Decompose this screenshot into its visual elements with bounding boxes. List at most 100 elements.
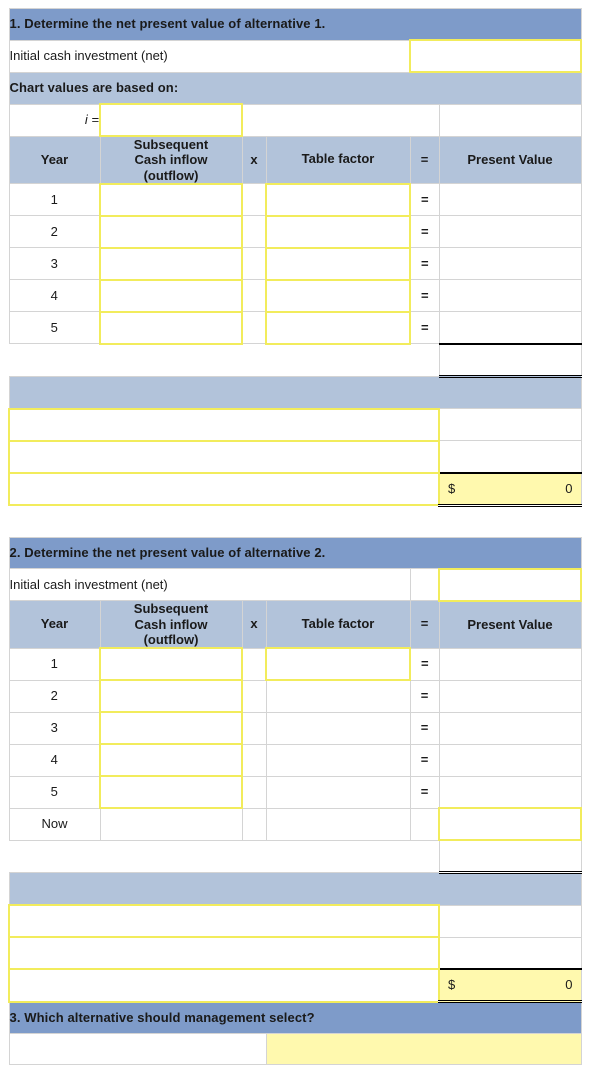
section-2-divider-band	[8, 872, 582, 906]
equals-sign: =	[409, 247, 440, 281]
cash-inflow-input[interactable]	[99, 246, 243, 281]
column-header-year: Year	[8, 135, 101, 185]
year-label: 1	[8, 183, 101, 217]
table-factor-cell	[265, 711, 411, 745]
section-1-summary-value	[438, 440, 582, 474]
section-1-summary-label-input[interactable]	[8, 439, 440, 474]
times-cell	[241, 679, 267, 713]
present-value-cell	[438, 711, 582, 745]
subtotal-blank	[266, 839, 410, 874]
year-label: 3	[8, 711, 101, 745]
table-row: 2 =	[8, 679, 582, 714]
times-cell	[241, 215, 267, 249]
present-value-cell	[438, 183, 582, 217]
section-1-net-value-cell: $ 0	[438, 471, 582, 507]
subtotal-blank	[266, 343, 410, 377]
year-label: 5	[8, 775, 101, 809]
table-factor-input[interactable]	[265, 182, 411, 217]
section-1-summary-row	[8, 439, 582, 474]
cash-header-line-2: Cash inflow	[134, 616, 208, 632]
section-2-net-row: $ 0	[8, 968, 582, 1004]
times-cell	[241, 807, 267, 841]
year-label: Now	[8, 807, 101, 841]
section-2-subtotal-row	[9, 839, 582, 875]
section-gap-1	[8, 506, 580, 537]
worksheet: 1. Determine the net present value of al…	[8, 8, 582, 1065]
section-2-net-label-input[interactable]	[8, 968, 440, 1003]
spacer-cell	[438, 103, 582, 137]
section-2-summary-value	[438, 936, 582, 970]
cash-inflow-input[interactable]	[99, 743, 243, 778]
section-2-initial-investment-input[interactable]	[438, 567, 582, 602]
cash-header-line-1: Subsequent	[133, 601, 209, 617]
section-1-summary-row	[8, 407, 582, 442]
cash-inflow-input[interactable]	[99, 711, 243, 746]
table-factor-input[interactable]	[265, 214, 411, 249]
section-3-title-row: 3. Which alternative should management s…	[8, 1001, 582, 1035]
section-1-subtotal-row	[9, 342, 582, 378]
table-factor-input[interactable]	[265, 246, 411, 281]
section-3-title: 3. Which alternative should management s…	[8, 1001, 582, 1035]
table-row: 1 =	[8, 647, 582, 682]
subtotal-blank	[242, 839, 266, 874]
times-cell	[241, 775, 267, 809]
table-row: 3 =	[8, 246, 582, 281]
section-3-answer-row	[8, 1033, 582, 1065]
column-header-present-value: Present Value	[438, 135, 582, 185]
subtotal-blank	[9, 839, 100, 874]
table-factor-input[interactable]	[265, 647, 411, 682]
section-2-summary-label-input[interactable]	[8, 904, 440, 939]
section-2-column-headers: Year Subsequent Cash inflow (outflow) x …	[8, 600, 582, 649]
section-1-divider-band	[8, 375, 582, 410]
times-cell	[241, 311, 267, 345]
table-row: Now	[8, 807, 582, 842]
section-1-basis-row: Chart values are based on:	[8, 71, 582, 105]
times-cell	[241, 647, 267, 681]
cash-header-line-3: (outflow)	[143, 632, 199, 648]
section-1-summary-label-input[interactable]	[8, 407, 440, 442]
subtotal-blank	[100, 839, 242, 874]
section-1-net-label-input[interactable]	[8, 471, 440, 507]
table-factor-input[interactable]	[265, 278, 411, 313]
cash-inflow-input[interactable]	[99, 182, 243, 217]
section-1-rate-row: i =	[8, 103, 582, 137]
section-1-title-row: 1. Determine the net present value of al…	[8, 8, 582, 41]
interest-rate-label: i =	[8, 103, 101, 137]
times-cell	[241, 711, 267, 745]
present-value-input[interactable]	[438, 807, 582, 842]
cash-inflow-input[interactable]	[99, 310, 243, 345]
section-2-subtotal-value	[438, 839, 582, 875]
cash-inflow-input[interactable]	[99, 214, 243, 249]
year-label: 2	[8, 215, 101, 249]
section-2-initial-spacer	[409, 568, 440, 602]
subtotal-blank	[410, 343, 439, 377]
column-header-table-factor: Table factor	[265, 600, 411, 649]
table-row: 3 =	[8, 711, 582, 746]
cash-inflow-input[interactable]	[99, 647, 243, 682]
equals-sign: =	[409, 647, 440, 681]
section-2-summary-row	[8, 936, 582, 971]
table-factor-input[interactable]	[265, 310, 411, 345]
cash-inflow-input[interactable]	[99, 679, 243, 714]
equals-sign: =	[409, 711, 440, 745]
present-value-cell	[438, 775, 582, 809]
section-2-table: 2. Determine the net present value of al…	[8, 536, 582, 1065]
section-3-answer-input[interactable]	[265, 1033, 582, 1065]
interest-rate-input[interactable]	[99, 103, 243, 137]
year-label: 3	[8, 247, 101, 281]
currency-symbol: $	[448, 977, 456, 992]
equals-sign: =	[409, 743, 440, 777]
year-label: 1	[8, 647, 101, 681]
column-header-cash-inflow: Subsequent Cash inflow (outflow)	[99, 135, 243, 185]
equals-sign: =	[409, 215, 440, 249]
present-value-cell	[438, 311, 582, 345]
cash-inflow-input[interactable]	[99, 278, 243, 313]
section-1-summary-value	[438, 408, 582, 442]
section-1-initial-investment-input[interactable]	[409, 39, 582, 73]
section-2-title-row: 2. Determine the net present value of al…	[8, 536, 582, 570]
column-header-equals: =	[409, 135, 440, 185]
cash-inflow-input[interactable]	[99, 775, 243, 810]
section-2-summary-label-input[interactable]	[8, 936, 440, 971]
table-row: 5 =	[8, 310, 582, 345]
column-header-present-value: Present Value	[438, 600, 582, 649]
